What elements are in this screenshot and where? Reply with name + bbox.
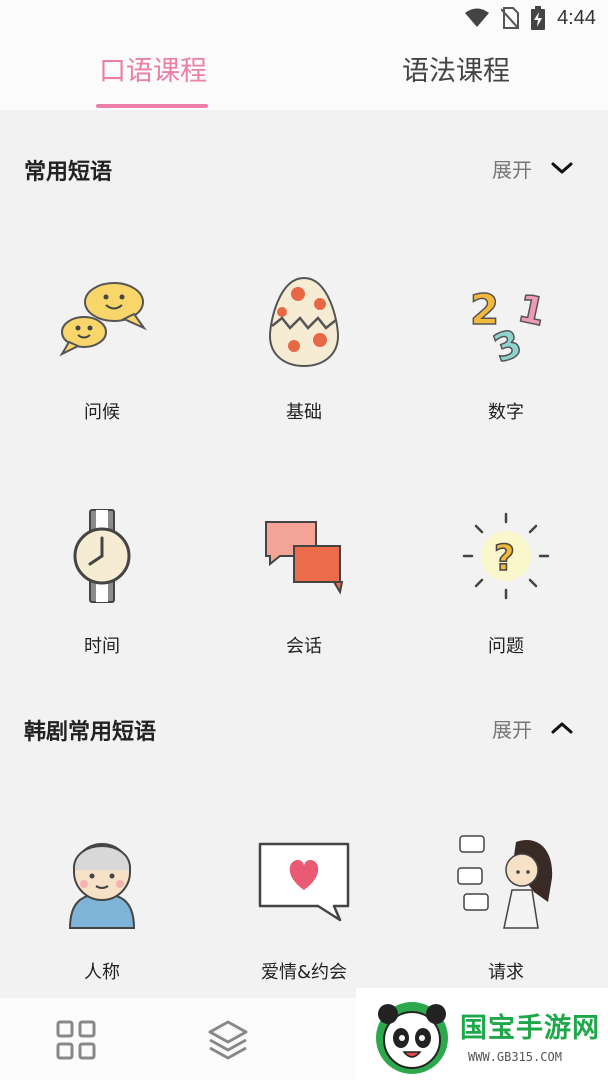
course-item-label: 请求 (488, 962, 524, 983)
status-time: 4:44 (557, 6, 596, 29)
course-item-label: 问题 (488, 636, 524, 657)
section-title: 韩剧常用短语 (24, 720, 157, 745)
course-item-basics[interactable]: 基础 (224, 272, 384, 452)
active-tab-indicator (96, 104, 208, 108)
course-item-numbers[interactable]: 2 1 3 数字 (426, 272, 586, 452)
status-bar: 4:44 (0, 0, 608, 36)
course-tabs: 口语课程 语法课程 (0, 36, 608, 110)
course-item-love-dating[interactable]: 爱情&约会 (224, 832, 384, 1012)
person-hoodie-icon (68, 843, 136, 929)
battery-charging-icon (531, 6, 546, 30)
svg-text:1: 1 (514, 286, 549, 335)
course-item-label: 数字 (488, 402, 524, 423)
expand-label[interactable]: 展开 (492, 714, 532, 743)
course-item-pronouns[interactable]: 人称 (22, 832, 182, 1012)
course-item-label: 会话 (286, 636, 322, 657)
grid-icon[interactable] (54, 1018, 98, 1062)
question-mark-icon: ? (462, 512, 550, 600)
course-item-label: 问候 (84, 402, 120, 423)
course-item-label: 基础 (286, 402, 322, 423)
watermark-url: WWW.GB315.COM (468, 1050, 562, 1064)
wifi-icon (465, 8, 490, 27)
section-header-common-phrases[interactable]: 常用短语 展开 (0, 150, 608, 190)
expand-label[interactable]: 展开 (492, 154, 532, 183)
numbers-icon: 2 1 3 (469, 284, 550, 372)
section-title: 常用短语 (24, 160, 113, 185)
watermark-title: 国宝手游网 (460, 1013, 600, 1044)
layers-icon[interactable] (206, 1018, 250, 1062)
cracked-egg-icon (268, 276, 340, 368)
panda-logo-icon (376, 1002, 448, 1074)
section-header-kdrama-phrases[interactable]: 韩剧常用短语 展开 (0, 710, 608, 750)
speech-bubbles-icon (265, 521, 344, 595)
course-item-conversation[interactable]: 会话 (224, 506, 384, 686)
course-item-label: 人称 (84, 962, 120, 983)
watermark: 国宝手游网 WWW.GB315.COM (356, 988, 608, 1080)
no-sim-icon (501, 7, 520, 29)
tab-grammar-course[interactable]: 语法课程 (388, 52, 524, 92)
course-item-questions[interactable]: ? 问题 (426, 506, 586, 686)
chevron-down-icon[interactable] (550, 156, 574, 180)
chat-smiles-icon (59, 282, 147, 357)
course-item-time[interactable]: 时间 (22, 506, 182, 686)
wristwatch-icon (73, 509, 131, 603)
svg-text:?: ? (494, 538, 515, 579)
course-item-requests[interactable]: 请求 (426, 832, 586, 1012)
girl-with-bubbles-icon (457, 835, 553, 929)
status-icons: 4:44 (465, 6, 596, 30)
tab-spoken-course[interactable]: 口语课程 (86, 52, 220, 92)
course-item-greeting[interactable]: 问候 (22, 272, 182, 452)
heart-bubble-icon (258, 842, 350, 922)
chevron-up-icon[interactable] (550, 716, 574, 740)
course-item-label: 爱情&约会 (260, 962, 348, 983)
course-item-label: 时间 (84, 636, 120, 657)
